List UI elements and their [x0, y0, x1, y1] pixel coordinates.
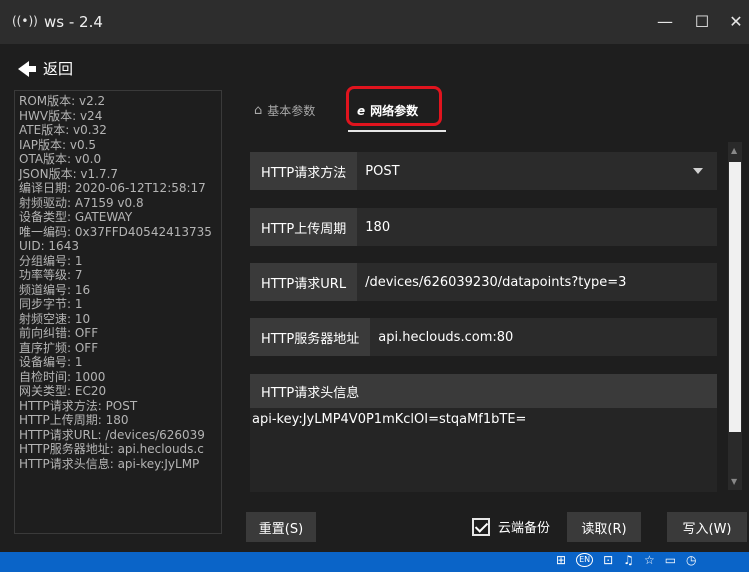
http-url-row[interactable]: HTTP请求URL /devices/626039230/datapoints?…: [250, 263, 717, 301]
taskbar: ⊞ EN ⊡ ♫ ☆ ▭ ◷: [0, 552, 749, 572]
monitor-icon[interactable]: ▭: [665, 553, 676, 567]
grid-icon[interactable]: ⊞: [556, 553, 566, 567]
checkbox-checked-icon[interactable]: [472, 517, 490, 536]
info-line: 直序扩频: OFF: [19, 340, 99, 355]
info-line: OTA版本: v0.0: [19, 152, 102, 166]
http-period-label: HTTP上传周期: [250, 208, 358, 246]
info-line: HTTP服务器地址: api.heclouds.c: [19, 442, 204, 456]
action-bar: 重置(S) 云端备份 读取(R) 写入(W): [228, 502, 749, 552]
scroll-down-icon[interactable]: ▼: [731, 477, 737, 486]
info-line: HTTP上传周期: 180: [19, 413, 129, 427]
wifi-signal-icon: ((•)): [12, 14, 38, 28]
info-line: HTTP请求URL: /devices/626039: [19, 427, 205, 442]
http-server-row[interactable]: HTTP服务器地址 api.heclouds.com:80: [250, 318, 717, 356]
back-arrow-icon: [18, 60, 36, 77]
close-button[interactable]: ✕: [724, 10, 748, 34]
info-line: 射频空速: 10: [19, 311, 91, 326]
http-headers-block: HTTP请求头信息 api-key:JyLMP4V0P1mKclOI=stqaM…: [250, 374, 717, 492]
info-line: 频道编号: 16: [19, 282, 91, 297]
cloud-backup-label: 云端备份: [498, 521, 551, 536]
info-line: HTTP请求方法: POST: [19, 398, 138, 413]
ime-en-icon[interactable]: EN: [576, 553, 594, 567]
http-server-input[interactable]: api.heclouds.com:80: [370, 330, 513, 345]
http-method-select[interactable]: POST: [357, 164, 399, 179]
read-button[interactable]: 读取(R): [567, 512, 641, 542]
device-info-panel[interactable]: ROM版本: v2.2 HWV版本: v24 ATE版本: v0.32 IAP版本: …: [14, 90, 222, 534]
info-line: 自检时间: 1000: [19, 369, 106, 384]
info-line: ATE版本: v0.32: [19, 123, 107, 137]
star-icon[interactable]: ☆: [644, 553, 655, 567]
http-headers-label: HTTP请求头信息: [250, 374, 717, 408]
info-line: 设备编号: 1: [19, 355, 83, 369]
chevron-down-icon[interactable]: [693, 168, 703, 174]
info-line: 分组编号: 1: [19, 253, 83, 268]
home-icon: ⌂: [254, 103, 263, 118]
tab-bar: ⌂ 基本参数 e 网络参数: [244, 86, 744, 134]
http-headers-textarea[interactable]: api-key:JyLMP4V0P1mKclOI=stqaMf1bTE=: [250, 408, 717, 431]
scroll-up-icon[interactable]: ▲: [731, 146, 737, 155]
write-button[interactable]: 写入(W): [667, 512, 747, 542]
http-url-label: HTTP请求URL: [250, 263, 358, 301]
tab-basic-params[interactable]: ⌂ 基本参数: [254, 102, 315, 119]
info-line: 唯一编码: 0x37FFD40542413735: [19, 224, 212, 239]
back-label: 返回: [43, 60, 74, 78]
http-method-label: HTTP请求方法: [250, 152, 358, 190]
window-title: ws - 2.4: [44, 13, 103, 31]
input-icon[interactable]: ⊡: [603, 553, 613, 567]
info-line: HTTP请求头信息: api-key:JyLMP: [19, 456, 200, 471]
info-line: JSON版本: v1.7.7: [19, 166, 119, 181]
cloud-backup-checkbox[interactable]: 云端备份: [472, 517, 550, 536]
reset-button[interactable]: 重置(S): [246, 512, 316, 542]
tab-network-label: 网络参数: [370, 104, 419, 118]
active-tab-underline: [348, 130, 446, 132]
http-period-row[interactable]: HTTP上传周期 180: [250, 208, 717, 246]
info-line: 前向纠错: OFF: [19, 326, 99, 340]
minimize-button[interactable]: —: [653, 10, 677, 34]
bell-icon[interactable]: ♫: [623, 553, 634, 567]
info-line: 设备类型: GATEWAY: [19, 210, 133, 224]
tab-basic-label: 基本参数: [267, 104, 316, 118]
info-line: ROM版本: v2.2: [19, 94, 106, 108]
http-period-input[interactable]: 180: [357, 220, 390, 235]
ie-icon: e: [357, 103, 366, 118]
info-line: 功率等级: 7: [19, 268, 83, 282]
info-line: 射频驱动: A7159 v0.8: [19, 195, 144, 210]
http-server-label: HTTP服务器地址: [250, 318, 371, 356]
clock-icon[interactable]: ◷: [686, 553, 696, 567]
http-method-row[interactable]: HTTP请求方法 POST: [250, 152, 717, 190]
info-line: 同步字节: 1: [19, 297, 83, 311]
http-url-input[interactable]: /devices/626039230/datapoints?type=3: [357, 275, 626, 290]
maximize-button[interactable]: ☐: [690, 10, 714, 34]
tab-network-params[interactable]: e 网络参数: [357, 102, 418, 119]
system-tray: ⊞ EN ⊡ ♫ ☆ ▭ ◷: [556, 553, 697, 567]
info-line: UID: 1643: [19, 239, 79, 253]
info-line: 网关类型: EC20: [19, 384, 107, 398]
scroll-thumb[interactable]: [729, 162, 741, 432]
form-scrollbar[interactable]: ▲ ▼: [728, 142, 742, 490]
info-line: 编译日期: 2020-06-12T12:58:17: [19, 181, 206, 195]
title-bar: ((•)) ws - 2.4 — ☐ ✕: [0, 0, 749, 44]
info-line: IAP版本: v0.5: [19, 137, 97, 152]
info-line: HWV版本: v24: [19, 108, 103, 123]
back-button[interactable]: 返回: [18, 58, 73, 79]
